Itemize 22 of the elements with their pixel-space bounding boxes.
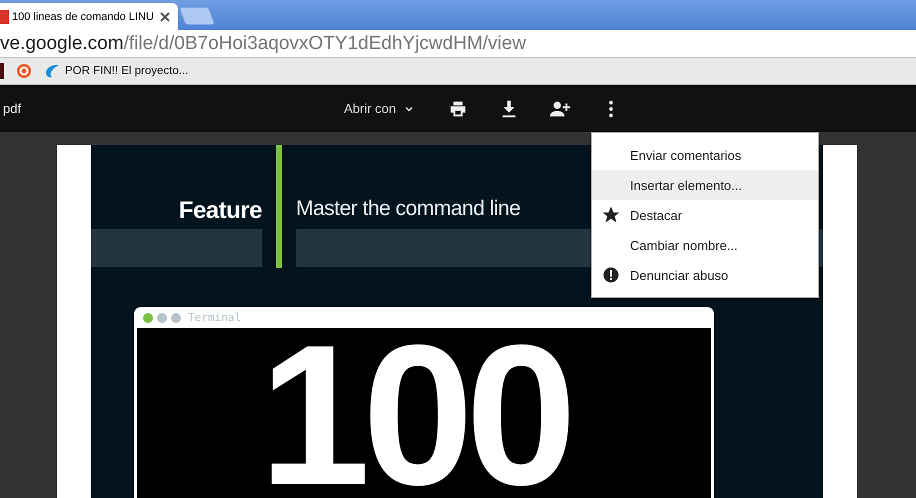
file-name: pdf [3,101,22,116]
url-path: /file/d/0B7oHoi3aqovxOTY1dEdhYjcwdHM/view [124,32,526,54]
big-number: 100 [259,336,569,496]
bookmark-link[interactable]: POR FIN!! El proyecto... [44,63,188,79]
headline: Master the command line [296,197,520,222]
alert-icon [601,265,621,285]
open-with-button[interactable]: Abrir con [344,101,414,116]
window-buttons-icon [142,312,182,324]
browser-tab[interactable]: 100 lineas de comando LINU [0,3,178,30]
star-icon [601,205,621,225]
menu-item[interactable]: Cambiar nombre... [592,230,818,260]
section-label: Feature [178,197,262,226]
close-icon[interactable] [160,12,170,22]
menu-item[interactable]: Denunciar abuso [592,260,818,290]
target-icon[interactable] [16,63,32,79]
menu-item[interactable]: Destacar [592,200,818,230]
tab-title: 100 lineas de comando LINU [12,10,155,22]
menu-item[interactable]: Enviar comentarios [592,140,818,170]
menu-item[interactable]: Insertar elemento... [592,170,818,200]
url-host: ve.google.com [0,32,124,54]
terminal-title: Terminal [188,311,241,324]
wave-icon [44,63,60,79]
